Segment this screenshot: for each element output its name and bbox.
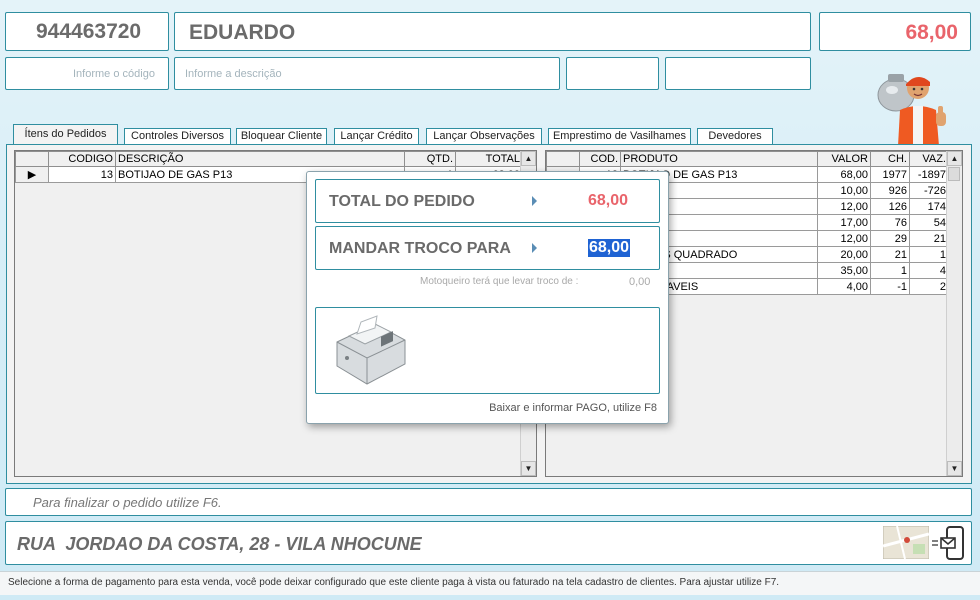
troco-note-value: 0,00 xyxy=(629,276,651,288)
tab-controles-diversos[interactable]: Controles Diversos xyxy=(124,128,231,144)
tab-emprestimo-vasilhames[interactable]: Emprestimo de Vasilhames xyxy=(548,128,691,144)
cell-ch: 21 xyxy=(870,246,910,263)
status-bar-text: Selecione a forma de pagamento para esta… xyxy=(8,577,780,588)
cell-value: 68,00 xyxy=(817,166,871,183)
current-row-indicator-icon: ▶ xyxy=(15,166,49,183)
code-input-placeholder: Informe o código xyxy=(73,68,155,80)
address-bar: RUA JORDAO DA COSTA, 28 - VILA NHOCUNE xyxy=(5,521,972,565)
cell-value: 12,00 xyxy=(817,230,871,247)
tab-devedores[interactable]: Devedores xyxy=(697,128,773,144)
total-do-pedido-box: TOTAL DO PEDIDO 68,00 xyxy=(315,179,660,223)
cell-value: 12,00 xyxy=(817,198,871,215)
customer-name-field[interactable]: EDUARDO xyxy=(174,12,811,51)
tab-bloquear-cliente[interactable]: Bloquear Cliente xyxy=(236,128,327,144)
scroll-up-icon[interactable]: ▲ xyxy=(947,151,962,166)
scroll-up-icon[interactable]: ▲ xyxy=(521,151,536,166)
col-codigo[interactable]: CODIGO xyxy=(48,151,116,167)
customer-name: EDUARDO xyxy=(189,21,296,44)
order-total-field: 68,00 xyxy=(819,12,971,51)
order-grid-header: CODIGO DESCRIÇÃO QTD. TOTAL xyxy=(15,151,523,167)
mandar-troco-label: MANDAR TROCO PARA xyxy=(329,240,511,257)
code-input[interactable]: Informe o código xyxy=(5,57,169,90)
row-indicator-header xyxy=(15,151,49,167)
scroll-thumb[interactable] xyxy=(948,167,960,181)
customer-address: RUA JORDAO DA COSTA, 28 - VILA NHOCUNE xyxy=(17,534,422,554)
map-icon[interactable] xyxy=(882,525,930,560)
cell-ch: 926 xyxy=(870,182,910,199)
gas-delivery-mascot-icon xyxy=(866,68,958,146)
col-ch[interactable]: CH. xyxy=(870,151,910,167)
cell-vaz: 54 xyxy=(909,214,949,231)
cell-ch: -1 xyxy=(870,278,910,295)
cell-ch: 76 xyxy=(870,214,910,231)
col-cod[interactable]: COD. xyxy=(579,151,621,167)
cell-vaz: -726 xyxy=(909,182,949,199)
tab-itens-do-pedidos[interactable]: Ítens do Pedidos xyxy=(13,124,118,145)
total-do-pedido-label: TOTAL DO PEDIDO xyxy=(329,193,475,210)
cell-code: 13 xyxy=(48,166,116,183)
scroll-down-icon[interactable]: ▼ xyxy=(521,461,536,476)
col-valor[interactable]: VALOR xyxy=(817,151,871,167)
cell-value: 10,00 xyxy=(817,182,871,199)
finalize-hint: Para finalizar o pedido utilize F6. xyxy=(33,495,222,510)
phone-message-icon[interactable] xyxy=(930,525,966,561)
tab-lancar-observacoes[interactable]: Lançar Observações xyxy=(426,128,542,144)
arrow-right-icon xyxy=(532,196,537,206)
col-qtd[interactable]: QTD. xyxy=(404,151,456,167)
mandar-troco-box[interactable]: MANDAR TROCO PARA 68,00 xyxy=(315,226,660,270)
finalize-hint-bar: Para finalizar o pedido utilize F6. xyxy=(5,488,972,516)
cell-value: 4,00 xyxy=(817,278,871,295)
print-receipt-button[interactable] xyxy=(315,307,660,394)
cell-vaz: 21 xyxy=(909,230,949,247)
cell-ch: 1977 xyxy=(870,166,910,183)
mandar-troco-input[interactable]: 68,00 xyxy=(588,239,631,257)
phone-field[interactable]: 944463720 xyxy=(5,12,169,51)
cell-value: 20,00 xyxy=(817,246,871,263)
cell-value: 17,00 xyxy=(817,214,871,231)
cell-ch: 1 xyxy=(870,262,910,279)
scroll-down-icon[interactable]: ▼ xyxy=(947,461,962,476)
description-input[interactable]: Informe a descrição xyxy=(174,57,560,90)
col-total[interactable]: TOTAL xyxy=(455,151,523,167)
col-vaz[interactable]: VAZ. xyxy=(909,151,949,167)
cell-vaz: 2 xyxy=(909,278,949,295)
row-indicator-header xyxy=(546,151,580,167)
cell-vaz: 1 xyxy=(909,246,949,263)
description-input-placeholder: Informe a descrição xyxy=(185,68,282,80)
cell-vaz: 174 xyxy=(909,198,949,215)
status-bar: Selecione a forma de pagamento para esta… xyxy=(0,571,980,595)
footer-hint: Baixar e informar PAGO, utilize F8 xyxy=(489,402,657,414)
printer-icon xyxy=(331,312,409,393)
tab-lancar-credito[interactable]: Lançar Crédito xyxy=(334,128,419,144)
troco-note-label: Motoqueiro terá que levar troco de : xyxy=(420,276,579,287)
order-total: 68,00 xyxy=(905,21,958,44)
col-produto[interactable]: PRODUTO xyxy=(620,151,818,167)
product-grid-header: COD. PRODUTO VALOR CH. VAZ. xyxy=(546,151,949,167)
phone-number: 944463720 xyxy=(36,20,142,43)
product-grid-scrollbar[interactable]: ▲ ▼ xyxy=(946,151,962,476)
cell-vaz: 4 xyxy=(909,262,949,279)
quantity-input[interactable] xyxy=(566,57,659,90)
total-do-pedido-value: 68,00 xyxy=(588,192,629,209)
cell-ch: 126 xyxy=(870,198,910,215)
cell-vaz: -1897 xyxy=(909,166,949,183)
cell-ch: 29 xyxy=(870,230,910,247)
payment-popup: TOTAL DO PEDIDO 68,00 MANDAR TROCO PARA … xyxy=(306,171,669,424)
cell-value: 35,00 xyxy=(817,262,871,279)
price-input[interactable] xyxy=(665,57,811,90)
col-descricao[interactable]: DESCRIÇÃO xyxy=(115,151,405,167)
arrow-right-icon xyxy=(532,243,537,253)
